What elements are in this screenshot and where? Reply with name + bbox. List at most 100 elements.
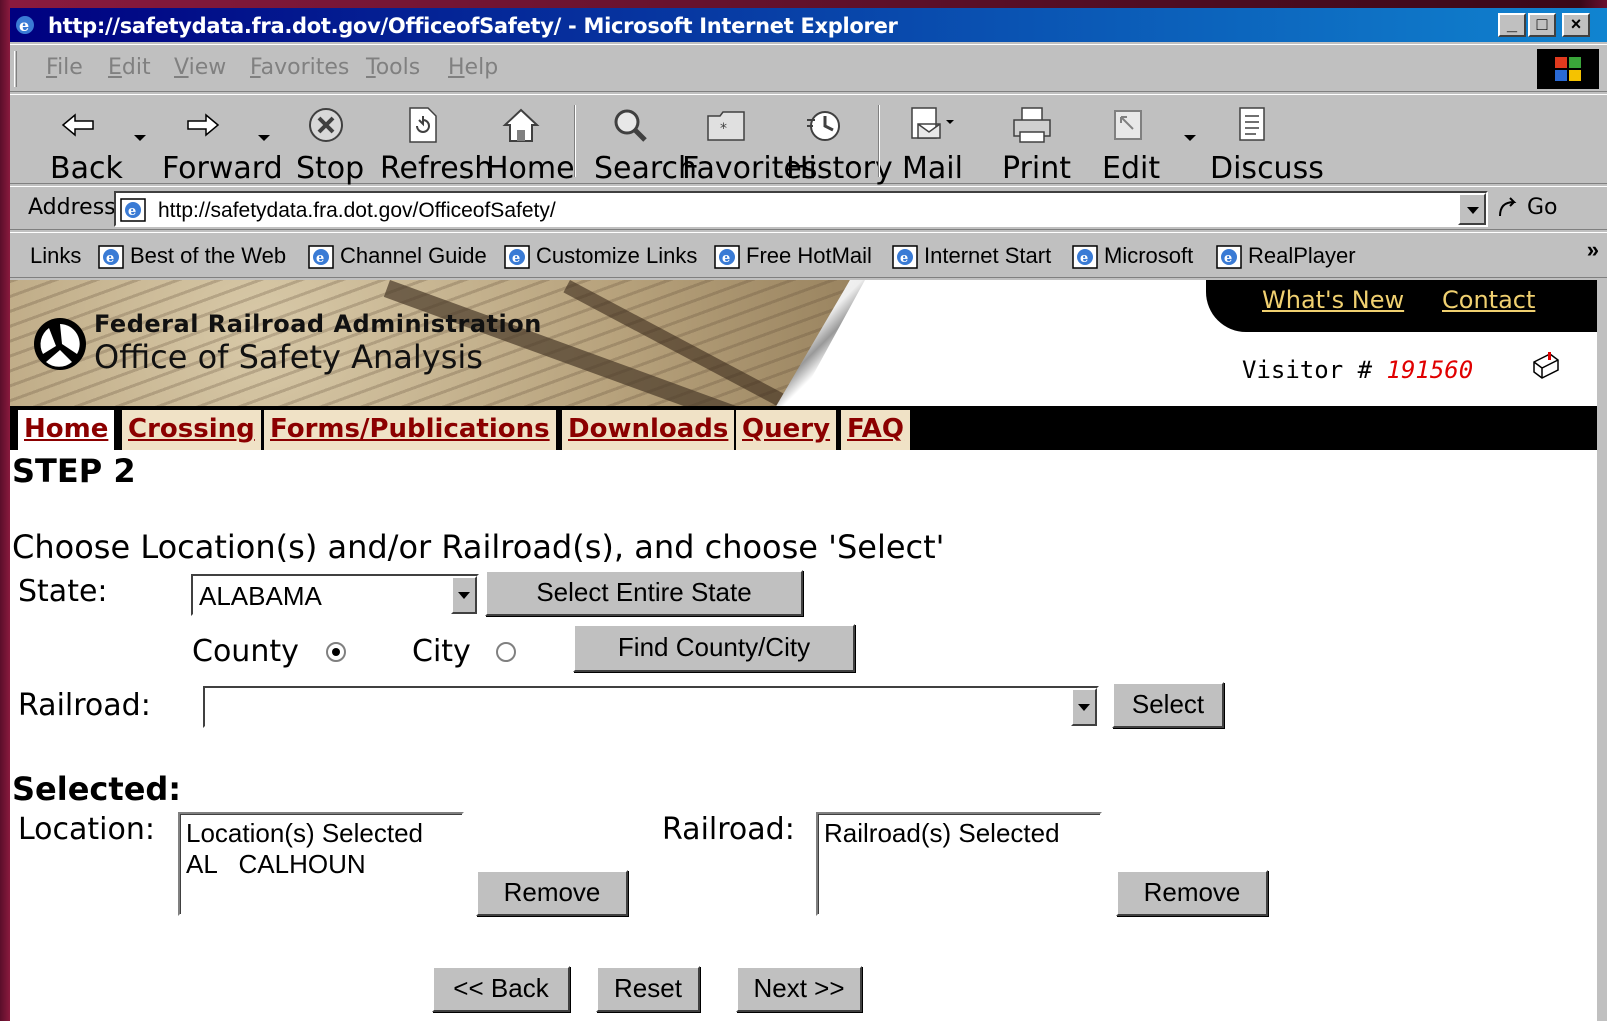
back-dropdown-icon[interactable] [134, 135, 146, 141]
maximize-button[interactable]: □ [1528, 13, 1556, 37]
svg-text:e: e [512, 251, 520, 266]
menu-help[interactable]: Help [448, 55, 498, 80]
page-icon: e [714, 245, 740, 269]
home-icon [502, 108, 540, 142]
close-button[interactable]: × [1562, 13, 1590, 37]
state-label: State: [18, 574, 108, 609]
link-label: Internet Start [924, 243, 1052, 268]
link-label: RealPlayer [1248, 243, 1356, 268]
back-label: Back [50, 151, 123, 186]
menu-file[interactable]: File [46, 55, 83, 80]
forward-arrow-icon [187, 113, 220, 137]
refresh-label: Refresh [380, 151, 494, 186]
county-radio[interactable] [326, 642, 346, 662]
back-step-button[interactable]: << Back [432, 966, 570, 1012]
nav-forms-publications[interactable]: Forms/Publications [264, 410, 556, 450]
link-microsoft[interactable]: e Microsoft [1072, 243, 1193, 269]
search-icon [614, 109, 647, 142]
link-channel-guide[interactable]: e Channel Guide [308, 243, 487, 269]
mail-label: Mail [902, 151, 963, 186]
discuss-button[interactable]: Discuss [1210, 103, 1324, 186]
find-county-city-button[interactable]: Find County/City [573, 624, 855, 672]
link-customize-links[interactable]: e Customize Links [504, 243, 697, 269]
link-best-of-the-web[interactable]: e Best of the Web [98, 243, 286, 269]
select-railroad-button[interactable]: Select [1112, 682, 1224, 728]
mail-icon [911, 107, 954, 139]
next-step-button[interactable]: Next >> [736, 966, 862, 1012]
stop-button[interactable]: Stop [296, 103, 364, 186]
favorites-folder-icon: * [707, 111, 745, 141]
go-button[interactable]: Go [1496, 195, 1558, 220]
standard-toolbar: Back Forward Stop Refresh Home Search * … [10, 94, 1607, 186]
refresh-button[interactable]: Refresh [380, 103, 493, 186]
svg-text:*: * [720, 121, 727, 137]
link-label: Customize Links [536, 243, 698, 268]
links-more-chevron-icon[interactable]: » [1587, 237, 1599, 263]
svg-text:e: e [316, 251, 324, 266]
location-listbox[interactable]: Location(s) Selected AL CALHOUN [178, 812, 464, 916]
address-label: Address [28, 195, 116, 220]
forward-dropdown-icon[interactable] [258, 135, 270, 141]
favorites-button[interactable]: * Favorites [682, 103, 818, 186]
mailbox-icon[interactable] [1530, 350, 1560, 380]
remove-location-button[interactable]: Remove [476, 870, 628, 916]
stop-label: Stop [296, 151, 365, 186]
office-name: Office of Safety Analysis [94, 338, 483, 376]
select-entire-state-button[interactable]: Select Entire State [485, 570, 803, 616]
list-item[interactable]: Location(s) Selected [186, 818, 456, 849]
nav-faq[interactable]: FAQ [841, 410, 911, 450]
print-button[interactable]: Print [1002, 103, 1071, 186]
ie-logo-icon: e [16, 16, 34, 35]
page-icon: e [1072, 245, 1098, 269]
railroad-dropdown-arrow-icon[interactable] [1071, 688, 1097, 726]
link-realplayer[interactable]: e RealPlayer [1216, 243, 1356, 269]
menu-view[interactable]: View [174, 55, 226, 80]
whats-new-link[interactable]: What's New [1262, 286, 1404, 314]
contact-link[interactable]: Contact [1442, 286, 1535, 314]
history-button[interactable]: History [786, 103, 893, 186]
mail-button[interactable]: Mail [902, 103, 963, 186]
remove-railroad-button[interactable]: Remove [1116, 870, 1268, 916]
link-label: Channel Guide [340, 243, 487, 268]
railroad-selected-label: Railroad: [662, 812, 795, 847]
address-input[interactable]: e http://safetydata.fra.dot.gov/Officeof… [114, 191, 1488, 227]
nav-home[interactable]: Home [18, 410, 115, 450]
back-button[interactable]: Back [50, 103, 123, 186]
printer-icon [1013, 107, 1051, 143]
home-label: Home [486, 151, 575, 186]
menu-edit[interactable]: Edit [108, 55, 151, 80]
page-icon: e [504, 245, 530, 269]
reset-button[interactable]: Reset [596, 966, 700, 1012]
nav-downloads[interactable]: Downloads [562, 410, 735, 450]
link-free-hotmail[interactable]: e Free HotMail [714, 243, 872, 269]
city-radio[interactable] [496, 642, 516, 662]
instruction-text: Choose Location(s) and/or Railroad(s), a… [12, 528, 945, 566]
nav-crossing[interactable]: Crossing [122, 410, 261, 450]
address-bar: Address e http://safetydata.fra.dot.gov/… [10, 186, 1607, 230]
page-icon: e [892, 245, 918, 269]
list-item[interactable]: AL CALHOUN [186, 849, 456, 880]
link-internet-start[interactable]: e Internet Start [892, 243, 1051, 269]
state-select[interactable]: ALABAMA [191, 574, 479, 616]
print-label: Print [1002, 151, 1072, 186]
list-item[interactable]: Railroad(s) Selected [824, 818, 1094, 849]
minimize-button[interactable]: _ [1498, 13, 1526, 37]
menu-tools[interactable]: Tools [366, 55, 420, 80]
forward-button[interactable]: Forward [162, 103, 283, 186]
discuss-label: Discuss [1210, 151, 1324, 186]
fra-logo-icon [34, 318, 86, 370]
org-name: Federal Railroad Administration [94, 310, 542, 338]
state-dropdown-arrow-icon[interactable] [451, 576, 477, 614]
edit-dropdown-icon[interactable] [1184, 135, 1196, 141]
site-banner: Federal Railroad Administration Office o… [10, 280, 1597, 408]
railroad-listbox[interactable]: Railroad(s) Selected [816, 812, 1102, 916]
menu-favorites[interactable]: Favorites [250, 55, 349, 80]
home-button[interactable]: Home [486, 103, 575, 186]
menu-grip[interactable] [14, 51, 17, 87]
address-dropdown-button[interactable] [1458, 193, 1486, 225]
search-button[interactable]: Search [594, 103, 697, 186]
railroad-select[interactable] [203, 686, 1099, 728]
page-icon: e [1216, 245, 1242, 269]
edit-button[interactable]: Edit [1102, 103, 1160, 186]
nav-query[interactable]: Query [736, 410, 837, 450]
